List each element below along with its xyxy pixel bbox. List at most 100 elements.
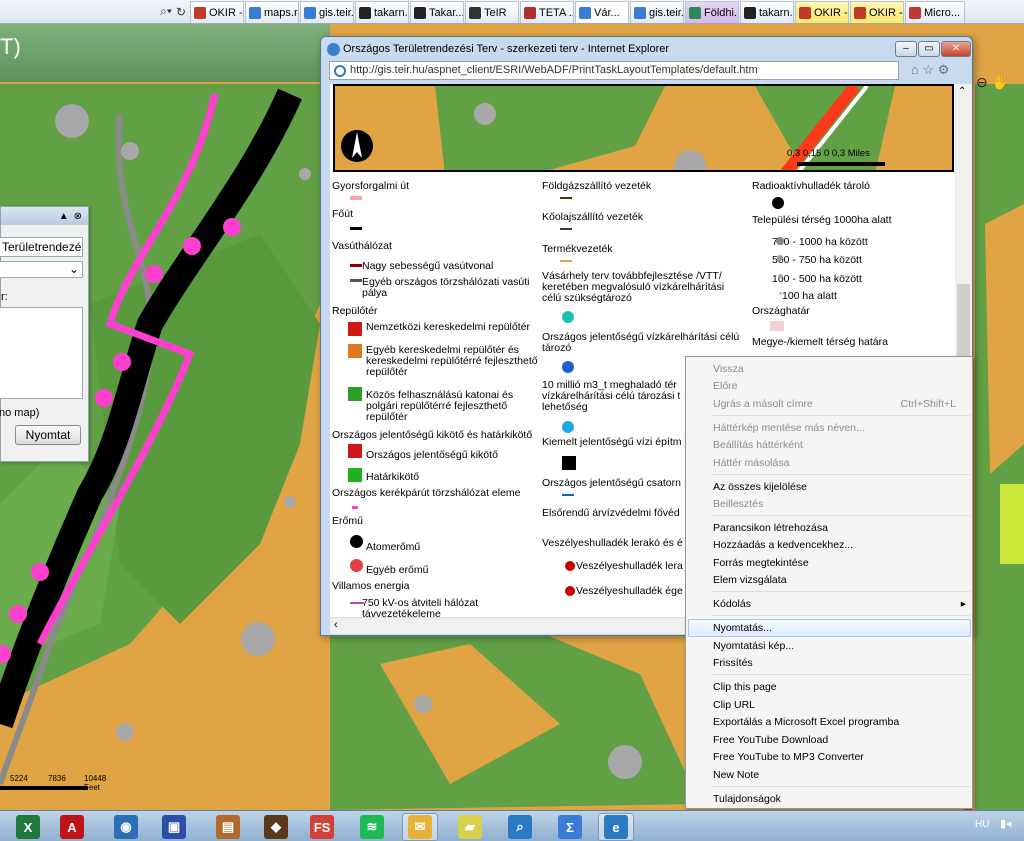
browser-tab[interactable]: gis.teir... xyxy=(300,1,354,23)
menu-item[interactable]: Vissza xyxy=(713,363,744,375)
menu-item[interactable]: Ugrás a másolt címre xyxy=(713,398,813,410)
scroll-left-icon[interactable]: ‹ xyxy=(334,619,338,631)
menu-item[interactable]: Előre xyxy=(713,380,738,392)
title-input[interactable]: Területrendezé xyxy=(0,237,83,257)
legend-label: Termékvezeték xyxy=(542,243,613,255)
close-button[interactable]: ✕ xyxy=(941,41,971,57)
menu-item[interactable]: New Note xyxy=(713,769,759,781)
radioactive-symbol-icon xyxy=(772,197,784,209)
legend-label: 750 - 1000 ha között xyxy=(772,236,868,248)
taskbar-button[interactable]: ≋ xyxy=(354,813,390,841)
address-bar-tail[interactable]: ⌕▾ ↻ xyxy=(0,0,190,24)
browser-tab[interactable]: TeIR xyxy=(465,1,519,23)
minimize-button[interactable]: – xyxy=(895,41,917,57)
tab-favicon-icon xyxy=(799,6,811,19)
search-icon[interactable]: ⌕▾ xyxy=(160,4,172,19)
browser-tab[interactable]: OKIR -... xyxy=(850,1,904,23)
browser-tab-strip: ⌕▾ ↻ OKIR -... maps.r... gis.teir... takarn… xyxy=(0,0,1024,24)
menu-item[interactable]: Frissítés xyxy=(713,657,753,669)
notes-textarea[interactable] xyxy=(0,307,83,399)
menu-item[interactable]: Elem vizsgálata xyxy=(713,574,787,586)
browser-tab[interactable]: Földhi... xyxy=(685,1,739,23)
tab-label: gis.teir... xyxy=(649,6,684,19)
taskbar-button[interactable]: ▣ xyxy=(156,813,192,841)
language-indicator[interactable]: HU xyxy=(975,819,989,830)
globe-app-icon: ◉ xyxy=(114,815,138,839)
menu-separator xyxy=(712,474,970,475)
menu-item[interactable]: Hozzáadás a kedvencekhez... xyxy=(713,539,853,551)
pan-hand-icon[interactable]: ✋ xyxy=(992,74,1009,90)
water-structure-symbol-icon xyxy=(562,421,574,433)
menu-item[interactable]: Beállítás háttérként xyxy=(713,439,803,451)
browser-tab[interactable]: OKIR -... xyxy=(795,1,849,23)
menu-item[interactable]: Háttérkép mentése más néven... xyxy=(713,422,865,434)
browser-tab[interactable]: gis.teir... xyxy=(630,1,684,23)
tab-favicon-icon xyxy=(689,6,701,19)
product-pipeline-symbol-icon xyxy=(560,260,572,262)
browser-tab[interactable]: takarn... xyxy=(355,1,409,23)
taskbar-button[interactable]: Σ xyxy=(552,813,588,841)
nuclear-symbol-icon xyxy=(350,535,363,548)
main-road-symbol-icon xyxy=(350,227,362,230)
taskbar-button[interactable]: A xyxy=(54,813,90,841)
browser-tab[interactable]: OKIR -... xyxy=(190,1,244,23)
tab-favicon-icon xyxy=(469,6,481,19)
menu-item[interactable]: Tulajdonságok xyxy=(713,793,781,805)
taskbar-button[interactable]: X xyxy=(10,813,46,841)
tray-icons[interactable]: ▮◂ xyxy=(1000,817,1012,830)
menu-item[interactable]: Nyomtatás... xyxy=(713,622,772,634)
browser-tab[interactable]: Vár... xyxy=(575,1,629,23)
menu-item[interactable]: Háttér másolása xyxy=(713,457,789,469)
menu-item[interactable]: Beillesztés xyxy=(713,498,763,510)
url-field[interactable]: http://gis.teir.hu/aspnet_client/ESRI/We… xyxy=(329,61,899,80)
powerplant-symbol-icon xyxy=(350,559,363,572)
legend-label: Elsőrendű árvízvédelmi fővéd xyxy=(542,507,680,519)
collapse-icon[interactable]: ▲ xyxy=(59,211,69,222)
menu-item[interactable]: Parancsikon létrehozása xyxy=(713,522,828,534)
legend-label: Atomerőmű xyxy=(366,541,421,553)
close-icon[interactable]: ⊗ xyxy=(74,211,82,222)
taskbar-button[interactable]: ▤ xyxy=(210,813,246,841)
legend-label: Kiemelt jelentőségű vízi építm xyxy=(542,436,682,448)
menu-item[interactable]: Free YouTube Download xyxy=(713,734,828,746)
favorites-star-icon[interactable]: ☆ xyxy=(922,62,934,77)
zoom-out-icon[interactable]: ⊖ xyxy=(976,74,988,90)
acrobat-icon: A xyxy=(60,815,84,839)
menu-item[interactable]: Clip this page xyxy=(713,681,777,693)
menu-item[interactable]: Exportálás a Microsoft Excel programba xyxy=(713,716,899,728)
legend-label: Települési térség 1000ha alatt xyxy=(752,214,892,226)
maximize-button[interactable]: ▭ xyxy=(918,41,940,57)
tab-favicon-icon xyxy=(304,6,316,19)
taskbar-button[interactable]: ✉ xyxy=(402,813,438,841)
ie-page-icon xyxy=(334,65,346,77)
layout-select[interactable]: ⌄ xyxy=(0,261,83,278)
powerline-symbol-icon xyxy=(350,602,364,604)
browser-tab[interactable]: TETA ... xyxy=(520,1,574,23)
browser-tab[interactable]: maps.r... xyxy=(245,1,299,23)
taskbar-button[interactable]: e xyxy=(598,813,634,841)
menu-item[interactable]: Free YouTube to MP3 Converter xyxy=(713,751,864,763)
scroll-up-icon[interactable]: ⌃ xyxy=(958,86,966,97)
legend-label: Országhatár xyxy=(752,305,810,317)
port-symbol-icon xyxy=(348,444,362,458)
taskbar-button[interactable]: ⌕ xyxy=(502,813,538,841)
menu-item[interactable]: Kódolás xyxy=(713,598,751,610)
menu-item[interactable]: Clip URL xyxy=(713,699,755,711)
browser-tab[interactable]: takarn... xyxy=(740,1,794,23)
menu-item[interactable]: Az összes kijelölése xyxy=(713,481,807,493)
taskbar-button[interactable]: FS xyxy=(304,813,340,841)
taskbar-button[interactable]: ▰ xyxy=(452,813,488,841)
tab-label: OKIR -... xyxy=(814,6,848,19)
taskbar-button[interactable]: ◉ xyxy=(108,813,144,841)
menu-item[interactable]: Forrás megtekintése xyxy=(713,557,809,569)
home-icon[interactable]: ⌂ xyxy=(911,62,919,77)
print-button[interactable]: Nyomtat xyxy=(15,425,81,445)
taskbar-button[interactable]: ◆ xyxy=(258,813,294,841)
refresh-icon[interactable]: ↻ xyxy=(176,5,186,19)
gear-icon[interactable]: ⚙ xyxy=(938,62,950,77)
browser-tab[interactable]: Micro... xyxy=(905,1,965,23)
legend-label: Egyéb erőmű xyxy=(366,564,429,576)
legend-label: pálya xyxy=(362,287,388,299)
browser-tab[interactable]: Takar... xyxy=(410,1,464,23)
menu-item[interactable]: Nyomtatási kép... xyxy=(713,640,794,652)
